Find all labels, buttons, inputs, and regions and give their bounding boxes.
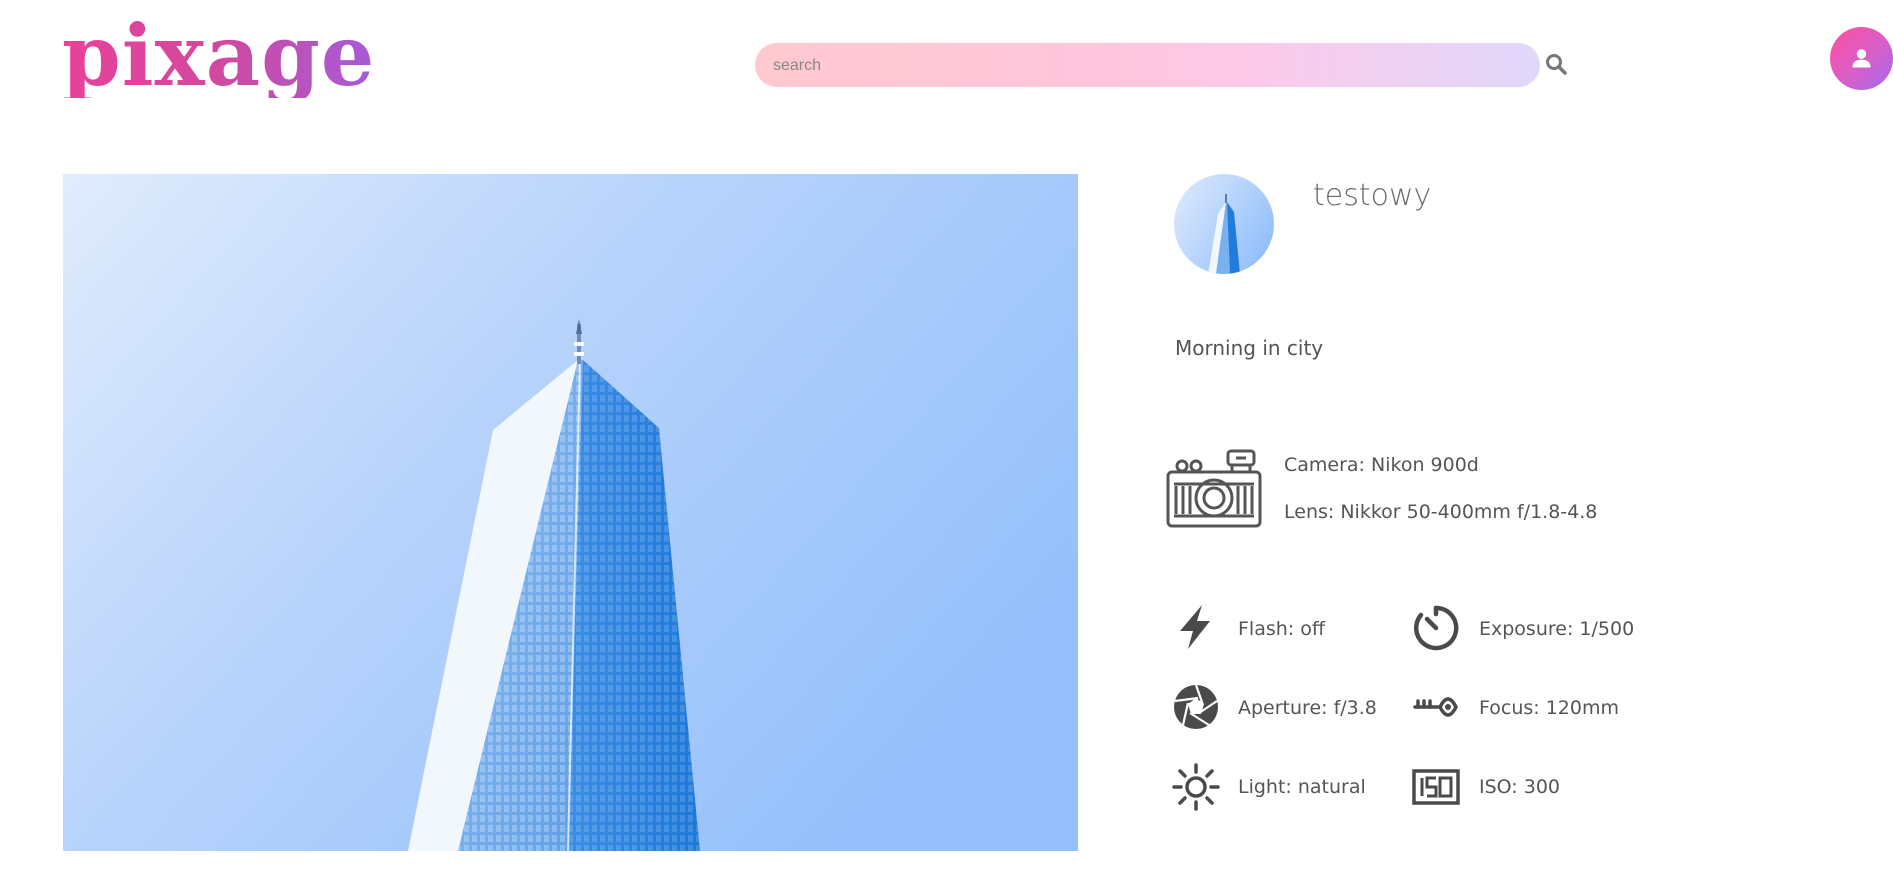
user-avatar[interactable] <box>1174 174 1274 274</box>
top-bar: pixage <box>0 0 1893 130</box>
photo-caption: Morning in city <box>1175 336 1324 360</box>
search-bar[interactable] <box>755 43 1540 89</box>
main-photo[interactable] <box>63 174 1078 851</box>
aperture-icon <box>1174 684 1218 729</box>
focus-icon <box>1413 697 1458 717</box>
focus-value: Focus: 120mm <box>1479 697 1619 719</box>
aperture-value: Aperture: f/3.8 <box>1238 697 1377 719</box>
user-icon <box>1852 49 1871 68</box>
lens-model: Lens: Nikkor 50-400mm f/1.8-4.8 <box>1284 501 1598 523</box>
sun-icon <box>1172 763 1220 811</box>
light-value: Light: natural <box>1238 776 1366 798</box>
search-input[interactable] <box>771 43 1525 89</box>
search-button[interactable] <box>1544 52 1568 76</box>
search-icon <box>1546 54 1567 75</box>
iso-value: ISO: 300 <box>1479 776 1560 798</box>
exposure-value: Exposure: 1/500 <box>1479 618 1635 640</box>
flash-value: Flash: off <box>1238 618 1325 640</box>
avatar-image <box>1174 174 1274 274</box>
camera-model: Camera: Nikon 900d <box>1284 454 1479 476</box>
skyscraper-photo <box>63 174 1078 851</box>
account-button[interactable] <box>1830 27 1893 90</box>
timer-icon <box>1413 605 1459 651</box>
camera-icon <box>1166 449 1262 528</box>
logo[interactable]: pixage <box>62 14 375 98</box>
flash-icon <box>1180 605 1210 649</box>
iso-icon <box>1412 769 1460 805</box>
username[interactable]: testowy <box>1313 178 1431 213</box>
